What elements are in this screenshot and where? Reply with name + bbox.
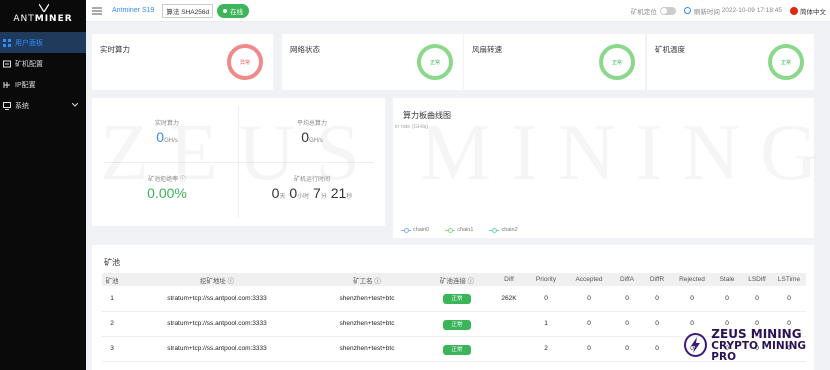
pool-reject-rate: 矿池拒绝率 ⓘ 0.00% — [147, 177, 187, 201]
status-ring-normal: 正常 — [599, 44, 635, 80]
card-title: 网络状态 — [290, 45, 320, 54]
antminer-logo: ANTMINER — [0, 0, 86, 32]
legend-item-chain0[interactable]: chain0 — [401, 227, 437, 233]
legend-item-chain2[interactable]: chain2 — [489, 227, 525, 233]
sidebar-item-dashboard[interactable]: 用户面板 — [0, 32, 86, 53]
pool-status-badge: 正常 — [443, 319, 471, 330]
sidebar-item-label: 系统 — [15, 102, 29, 110]
chevron-down-icon — [71, 102, 79, 109]
dashboard-icon — [2, 38, 12, 48]
online-status-badge: 在线 — [217, 3, 250, 18]
china-flag-icon — [790, 6, 798, 15]
info-icon: ⓘ — [374, 277, 381, 285]
menu-toggle-icon[interactable] — [92, 6, 102, 16]
status-ring-normal: 正常 — [417, 44, 453, 80]
logo-mark-icon — [39, 4, 49, 12]
hashrate-stats-card: 实时算力 0GH/s 平均总算力 0GH/s 矿池拒绝率 ⓘ 0.00% 矿机运… — [92, 98, 385, 226]
sidebar-item-label: 矿机配置 — [15, 60, 43, 68]
network-icon — [2, 80, 12, 90]
curve-title: 算力板曲线图 — [403, 111, 451, 120]
sidebar-item-ip-config[interactable]: IP配置 — [0, 74, 86, 95]
status-card-fan: 风扇转速 正常 — [464, 34, 645, 90]
settings-icon — [2, 59, 12, 69]
sidebar-item-miner-config[interactable]: 矿机配置 — [0, 53, 86, 74]
language-selector[interactable]: 简体中文 — [800, 6, 826, 16]
status-ring-normal: 正常 — [768, 44, 804, 80]
card-title: 风扇转速 — [472, 45, 502, 54]
sidebar-item-label: 用户面板 — [15, 39, 43, 47]
table-row: 1 stratum+tcp://ss.antpool.com:3333 shenzh… — [102, 286, 806, 312]
logo-text: ANTMINER — [13, 14, 73, 24]
divider — [104, 162, 374, 163]
curve-legend: chain0 chain1 chain2 — [401, 227, 534, 233]
top-header: Antminer S19 算法 SHA256d 在线 矿机定位 刷新时间 202… — [86, 0, 830, 22]
refresh-time: 2022-10-09 17:18:45 — [721, 7, 782, 14]
table-header-row: 矿池 挖矿地址 ⓘ 矿工名 ⓘ 矿池连接 ⓘ Diff Priority Acc… — [102, 273, 806, 286]
pool-status-badge: 正常 — [443, 344, 471, 355]
pool-title: 矿池 — [104, 258, 120, 267]
info-icon: ⓘ — [227, 277, 235, 285]
card-title: 实时算力 — [100, 45, 130, 54]
system-icon — [2, 101, 12, 111]
sidebar: ANTMINER 用户面板 矿机配置 IP配置 系统 — [0, 0, 86, 370]
status-dot-icon — [223, 8, 228, 13]
uptime: 矿机运行时间 0天 0小时 7分 21秒 — [271, 177, 353, 201]
status-ring-abnormal: 异常 — [227, 44, 263, 80]
refresh-label: 刷新时间 — [693, 8, 720, 16]
card-title: 矿机温度 — [655, 45, 685, 54]
avg-hashrate: 平均总算力 0GH/s — [296, 121, 327, 145]
info-icon: ⓘ — [179, 177, 186, 183]
info-icon: ⓘ — [467, 277, 475, 285]
legend-item-chain1[interactable]: chain1 — [445, 227, 481, 233]
locate-toggle[interactable] — [659, 6, 676, 15]
status-card-hashrate: 实时算力 异常 — [92, 34, 273, 90]
realtime-hashrate: 实时算力 0GH/s — [154, 121, 179, 145]
brand-text: ZEUS MINING CRYPTO MINING PRO — [711, 327, 807, 363]
header-right: 矿机定位 刷新时间 2022-10-09 17:18:45 简体中文 — [631, 6, 826, 16]
algorithm-tag: 算法 SHA256d — [162, 3, 214, 18]
status-card-temp: 矿机温度 正常 — [647, 34, 814, 90]
lightning-bolt-icon — [684, 333, 708, 357]
zeus-mining-brand: ZEUS MINING CRYPTO MINING PRO — [684, 328, 830, 362]
hashboard-curve-card: 算力板曲线图 in rate (GH/s) chain0 chain1 chai… — [393, 98, 814, 238]
status-card-network: 网络状态 正常 — [282, 34, 463, 90]
sidebar-item-label: IP配置 — [15, 81, 36, 89]
curve-y-label: in rate (GH/s) — [395, 124, 429, 130]
sidebar-item-system[interactable]: 系统 — [0, 95, 86, 116]
pool-status-badge: 正常 — [443, 294, 471, 305]
miner-model: Antminer S19 — [112, 7, 155, 14]
clock-icon — [683, 7, 691, 14]
locate-label: 矿机定位 — [630, 8, 657, 16]
